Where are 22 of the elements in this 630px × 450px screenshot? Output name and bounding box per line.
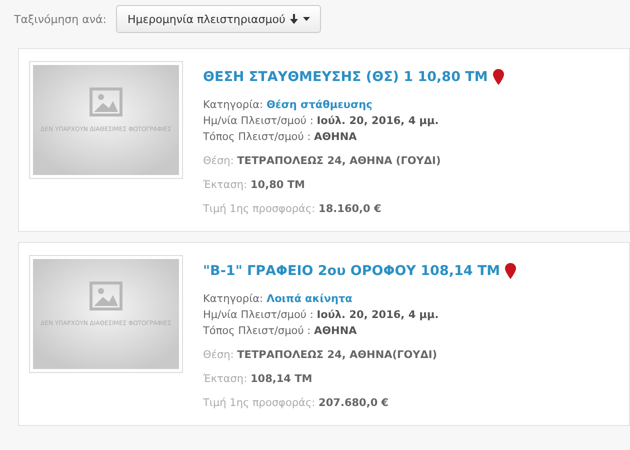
area-line: Έκταση: 108,14 ΤΜ (203, 372, 314, 387)
auction-date-line: Ημ/νία Πλειστ/σμού : Ιούλ. 20, 2016, 4 μμ. (203, 114, 440, 129)
map-pin-icon (492, 69, 504, 85)
map-pin-icon (505, 263, 516, 279)
sort-dropdown[interactable]: Ημερομηνία πλειστηριασμού (116, 5, 322, 33)
listing-title[interactable]: "Β-1" ΓΡΑΦΕΙΟ 2ου ΟΡΟΦΟΥ 108,14 ΤΜ (203, 263, 516, 279)
category-line: Κατηγορία: Λοιπά ακίνητα (203, 292, 354, 307)
sort-label: Ταξινόμηση ανά: (14, 12, 106, 26)
category-line: Κατηγορία: Θέση στάθμευσης (203, 98, 374, 113)
image-icon (90, 88, 122, 116)
auction-place-line: Τόπος Πλειστ/σμού : ΑΘΗΝΑ (203, 324, 358, 339)
price-line: Τιμή 1ης προσφοράς: 18.160,0 € (203, 202, 382, 217)
price-line: Τιμή 1ης προσφοράς: 207.680,0 € (203, 396, 390, 411)
down-arrow-icon (290, 14, 298, 24)
auction-place-line: Τόπος Πλειστ/σμού : ΑΘΗΝΑ (203, 130, 358, 145)
auction-date-line: Ημ/νία Πλειστ/σμού : Ιούλ. 20, 2016, 4 μμ. (203, 308, 440, 323)
area-line: Έκταση: 10,80 ΤΜ (203, 178, 306, 193)
listing-title[interactable]: ΘΕΣΗ ΣΤΑΥΘΜΕΥΣΗΣ (ΘΣ) 1 10,80 ΤΜ (203, 69, 504, 85)
caret-icon (303, 17, 310, 21)
image-icon (90, 282, 122, 310)
location-line: Θέση: ΤΕΤΡΑΠΟΛΕΩΣ 24, ΑΘΗΝΑ (ΓΟΥΔΙ) (203, 154, 442, 169)
location-line: Θέση: ΤΕΤΡΑΠΟΛΕΩΣ 24, ΑΘΗΝΑ(ΓΟΥΔΙ) (203, 348, 438, 363)
